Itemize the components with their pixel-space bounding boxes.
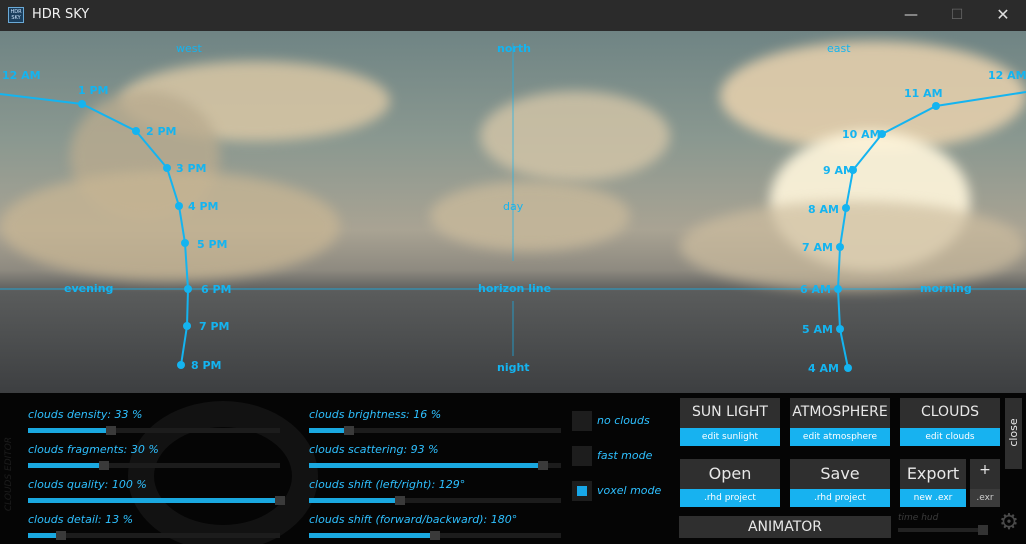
- slider-clouds-fragments[interactable]: clouds fragments: 30 %: [28, 443, 280, 471]
- open-project-button[interactable]: .rhd project: [680, 489, 780, 507]
- slider-clouds-shift-left-right[interactable]: clouds shift (left/right): 129°: [309, 478, 561, 506]
- time-hud-slider-handle[interactable]: [978, 525, 988, 535]
- slider-clouds-density[interactable]: clouds density: 33 %: [28, 408, 280, 436]
- direction-east-label: east: [827, 42, 851, 55]
- sun-time-label: 4 PM: [188, 200, 219, 213]
- edit-clouds-button[interactable]: edit clouds: [900, 428, 1000, 446]
- animator-button[interactable]: ANIMATOR: [679, 516, 891, 538]
- sun-time-label: 12 AM: [2, 69, 41, 82]
- close-window-button[interactable]: ✕: [980, 0, 1026, 31]
- add-exr-button[interactable]: + .exr: [970, 459, 1000, 507]
- sun-time-label: 6 PM: [201, 283, 232, 296]
- edit-sunlight-button[interactable]: edit sunlight: [680, 428, 780, 446]
- slider-clouds-shift-forward-backward[interactable]: clouds shift (forward/backward): 180°: [309, 513, 561, 541]
- gear-icon[interactable]: ⚙: [997, 511, 1021, 535]
- save-button[interactable]: Save .rhd project: [790, 459, 890, 507]
- slider-clouds-detail[interactable]: clouds detail: 13 %: [28, 513, 280, 541]
- sun-time-label: 8 AM: [808, 203, 839, 216]
- title-bar: HDR SKY HDR SKY — ☐ ✕: [0, 0, 1026, 31]
- clouds-button[interactable]: CLOUDS edit clouds: [900, 398, 1000, 446]
- slider-clouds-brightness[interactable]: clouds brightness: 16 %: [309, 408, 561, 436]
- sun-time-label: 11 AM: [904, 87, 943, 100]
- sun-time-label: 1 PM: [78, 84, 109, 97]
- sun-time-label: 8 PM: [191, 359, 222, 372]
- atmosphere-button[interactable]: ATMOSPHERE edit atmosphere: [790, 398, 890, 446]
- sun-time-label: 3 PM: [176, 162, 207, 175]
- night-label: night: [497, 361, 530, 374]
- export-exr-button[interactable]: new .exr: [900, 489, 966, 507]
- sun-time-label: 2 PM: [146, 125, 177, 138]
- time-hud-slider[interactable]: [898, 528, 988, 532]
- sun-time-label: 5 PM: [197, 238, 228, 251]
- close-panel-button[interactable]: close: [1005, 398, 1022, 469]
- sun-time-label: 7 AM: [802, 241, 833, 254]
- maximize-button[interactable]: ☐: [934, 0, 980, 31]
- sun-time-label: 12 AM: [988, 69, 1026, 82]
- slider-clouds-scattering[interactable]: clouds scattering: 93 %: [309, 443, 561, 471]
- day-label: day: [503, 200, 524, 213]
- slider-clouds-quality[interactable]: clouds quality: 100 %: [28, 478, 285, 506]
- checkbox-voxel-mode[interactable]: voxel mode: [572, 481, 662, 503]
- save-project-button[interactable]: .rhd project: [790, 489, 890, 507]
- sun-time-label: 4 AM: [808, 362, 839, 375]
- sun-time-label: 10 AM: [842, 128, 881, 141]
- minimize-button[interactable]: —: [888, 0, 934, 31]
- horizon-line-label: horizon line: [478, 282, 552, 295]
- sun-time-label: 5 AM: [802, 323, 833, 336]
- sunlight-button[interactable]: SUN LIGHT edit sunlight: [680, 398, 780, 446]
- time-hud-label: time hud: [898, 513, 939, 523]
- edit-atmosphere-button[interactable]: edit atmosphere: [790, 428, 890, 446]
- evening-label: evening: [64, 282, 114, 295]
- window-title: HDR SKY: [32, 7, 90, 22]
- direction-north-label: north: [497, 42, 531, 55]
- direction-west-label: west: [176, 42, 202, 55]
- morning-label: morning: [920, 282, 972, 295]
- open-button[interactable]: Open .rhd project: [680, 459, 780, 507]
- app-logo-icon: HDR SKY: [8, 7, 24, 23]
- sun-time-label: 7 PM: [199, 320, 230, 333]
- sky-panorama-viewport[interactable]: west north east day night horizon line e…: [0, 31, 1026, 393]
- checkbox-no-clouds[interactable]: no clouds: [572, 411, 662, 433]
- checkbox-fast-mode[interactable]: fast mode: [572, 446, 662, 468]
- export-button[interactable]: Export new .exr: [900, 459, 966, 507]
- sun-time-label: 9 AM: [823, 164, 854, 177]
- panel-side-title: CLOUDS EDITOR: [4, 436, 14, 512]
- sun-time-label: 6 AM: [800, 283, 831, 296]
